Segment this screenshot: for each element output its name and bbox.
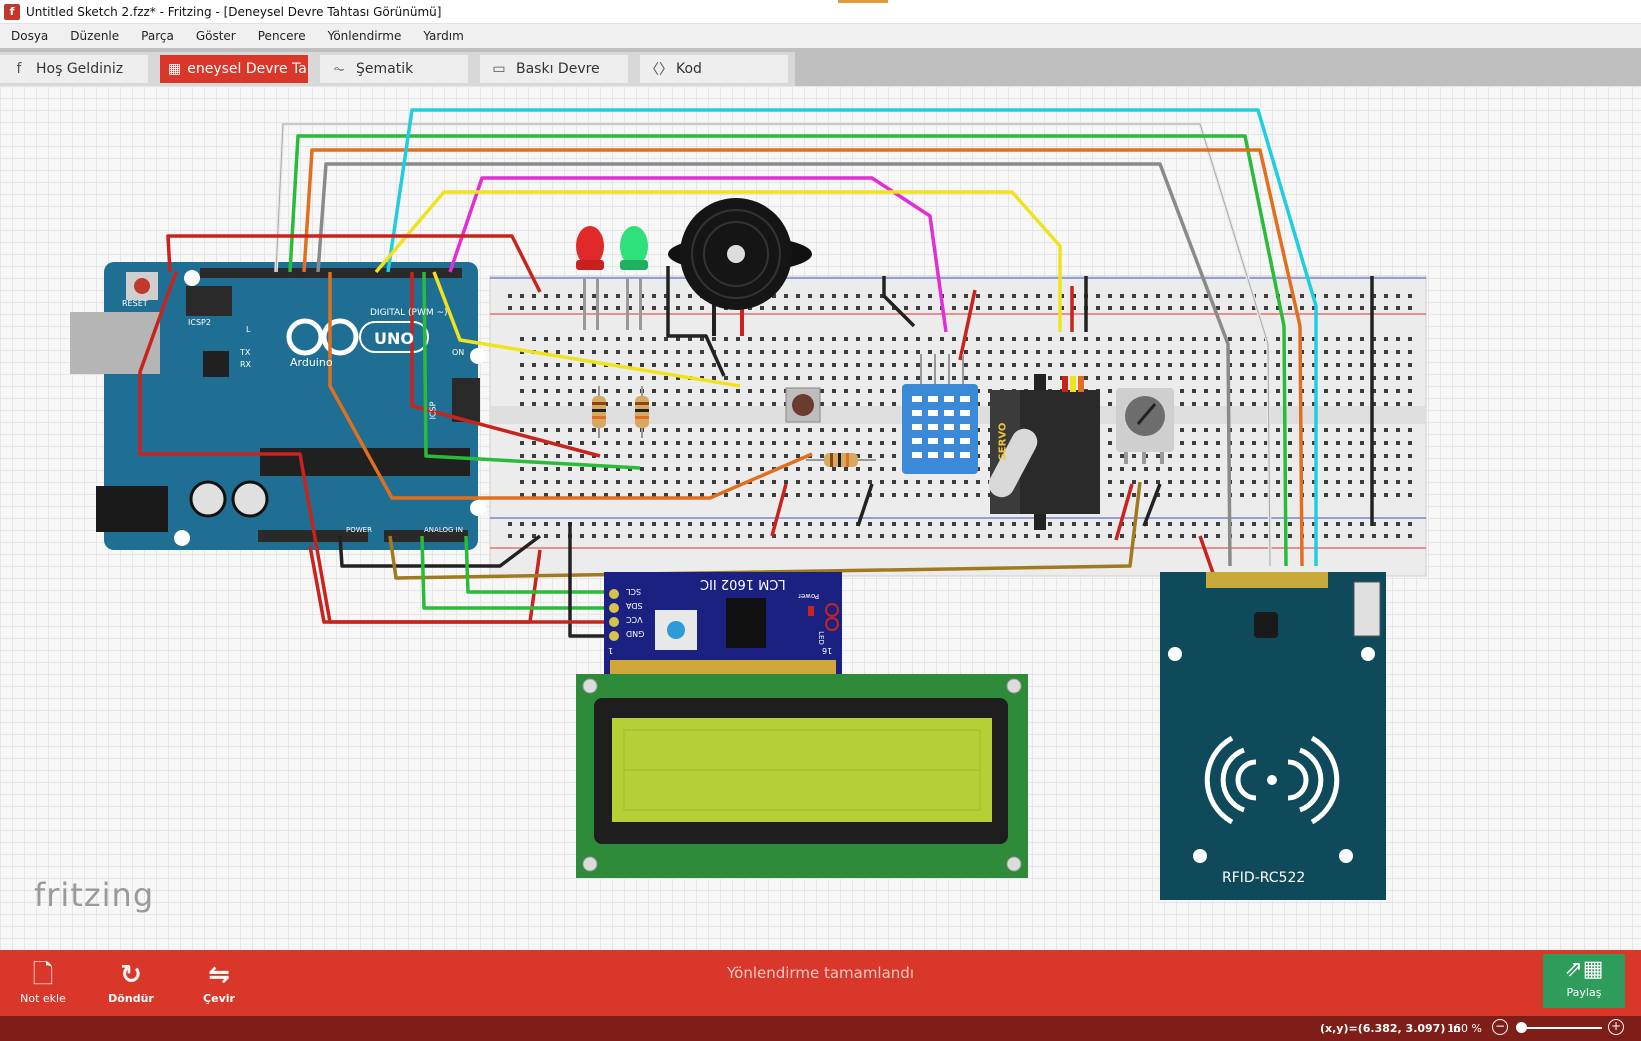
- rfid-label: RFID-RC522: [1222, 870, 1306, 886]
- tab-breadboard-label: eneysel Devre Tahtası: [187, 61, 308, 77]
- menu-edit[interactable]: Düzenle: [59, 29, 130, 43]
- action-bar: 🗋 Not ekle ↻ Döndür ⇋ Çevir Yönlendirme …: [0, 950, 1641, 1016]
- menu-help[interactable]: Yardım: [412, 29, 474, 43]
- fritzing-f-icon: f: [16, 61, 22, 77]
- cursor-coordinates: (x,y)=(6.382, 3.097) in: [1320, 1022, 1461, 1035]
- add-note-label: Not ekle: [20, 992, 66, 1005]
- lcd-pin-vcc: VCC: [626, 615, 643, 624]
- arduino-tx-label: TX: [240, 348, 251, 357]
- lcd-led-label: LED: [816, 631, 825, 645]
- breadboard-icon: ▦: [168, 61, 182, 77]
- lcd-pin-sda: SDA: [626, 601, 643, 610]
- window-title: Untitled Sketch 2.fzz* - Fritzing - [Den…: [26, 4, 442, 19]
- arduino-icsp2-label: ICSP2: [188, 318, 211, 327]
- tab-pcb-label: Baskı Devre: [516, 61, 600, 77]
- status-bar: (x,y)=(6.382, 3.097) in 160 % − +: [0, 1016, 1641, 1041]
- lcd-pin16-label: 16: [822, 646, 833, 655]
- tab-code[interactable]: 〈〉 Kod: [640, 55, 788, 83]
- push-button[interactable]: [785, 387, 821, 423]
- tab-code-label: Kod: [676, 61, 702, 77]
- lcd-pin-scl: SCL: [626, 587, 642, 596]
- zoom-slider[interactable]: [1516, 1027, 1602, 1029]
- menu-part[interactable]: Parça: [130, 29, 185, 43]
- share-button[interactable]: ⇗▦ Paylaş: [1543, 954, 1625, 1008]
- routing-status: Yönlendirme tamamlandı: [726, 964, 914, 982]
- tab-schematic-label: Şematik: [356, 61, 414, 77]
- arduino-uno-text: UNO: [374, 329, 414, 348]
- fritzing-app-icon: f: [4, 3, 20, 20]
- rotate-label: Döndür: [108, 992, 154, 1005]
- rfid-rc522-module[interactable]: [1160, 572, 1386, 900]
- flip-label: Çevir: [203, 992, 235, 1005]
- title-accent: [838, 0, 888, 3]
- arduino-analog-label: ANALOG IN: [424, 526, 463, 534]
- arduino-power-label: POWER: [346, 526, 372, 534]
- lcd-16x2-display[interactable]: [576, 674, 1028, 878]
- arduino-reset-label: RESET: [122, 299, 148, 308]
- arduino-on-label: ON: [452, 348, 465, 357]
- circuit-drawing: [70, 108, 1427, 900]
- arduino-rx-label: RX: [240, 360, 252, 369]
- zoom-level: 160 %: [1447, 1022, 1482, 1035]
- fritzing-watermark: fritzing: [34, 876, 155, 914]
- menu-file[interactable]: Dosya: [0, 29, 59, 43]
- tab-welcome-label: Hoş Geldiniz: [36, 61, 124, 77]
- lcd-pin1-label: 1: [608, 646, 614, 655]
- zoom-slider-knob[interactable]: [1516, 1022, 1527, 1033]
- menu-routing[interactable]: Yönlendirme: [317, 29, 413, 43]
- share-icon: ⇗▦: [1564, 957, 1604, 982]
- servo-label: SERVO: [997, 422, 1009, 461]
- lcd-module-title: LCM 1602 IIC: [700, 576, 786, 591]
- pcb-icon: ▭: [492, 61, 506, 77]
- code-icon: 〈〉: [645, 62, 673, 78]
- breadboard-canvas[interactable]: RESET ICSP2 DIGITAL (PWM ~) ON L TX RX I…: [0, 86, 1641, 950]
- tab-pcb[interactable]: ▭ Baskı Devre: [480, 55, 628, 83]
- arduino-brand-text: Arduino: [290, 356, 333, 369]
- lcd-power-label: Power: [798, 592, 820, 600]
- lcd-pin-gnd: GND: [626, 629, 645, 638]
- arduino-icsp-label: ICSP: [428, 401, 438, 420]
- view-tab-bar: f Hoş Geldiniz ▦ eneysel Devre Tahtası ⏦…: [0, 48, 1641, 86]
- zoom-in-icon[interactable]: +: [1608, 1019, 1624, 1035]
- menu-bar: Dosya Düzenle Parça Göster Pencere Yönle…: [0, 24, 1641, 48]
- menu-view[interactable]: Göster: [185, 29, 247, 43]
- schematic-icon: ⏦: [333, 61, 345, 77]
- zoom-out-icon[interactable]: −: [1492, 1019, 1508, 1035]
- menu-window[interactable]: Pencere: [247, 29, 317, 43]
- arduino-l-label: L: [246, 325, 251, 334]
- tab-schematic[interactable]: ⏦ Şematik: [320, 55, 468, 83]
- title-bar: f Untitled Sketch 2.fzz* - Fritzing - [D…: [0, 0, 1641, 24]
- share-label: Paylaş: [1566, 986, 1602, 999]
- tab-breadboard[interactable]: ▦ eneysel Devre Tahtası: [160, 55, 308, 83]
- tab-welcome[interactable]: f Hoş Geldiniz: [0, 55, 148, 83]
- arduino-digital-label: DIGITAL (PWM ~): [370, 308, 448, 318]
